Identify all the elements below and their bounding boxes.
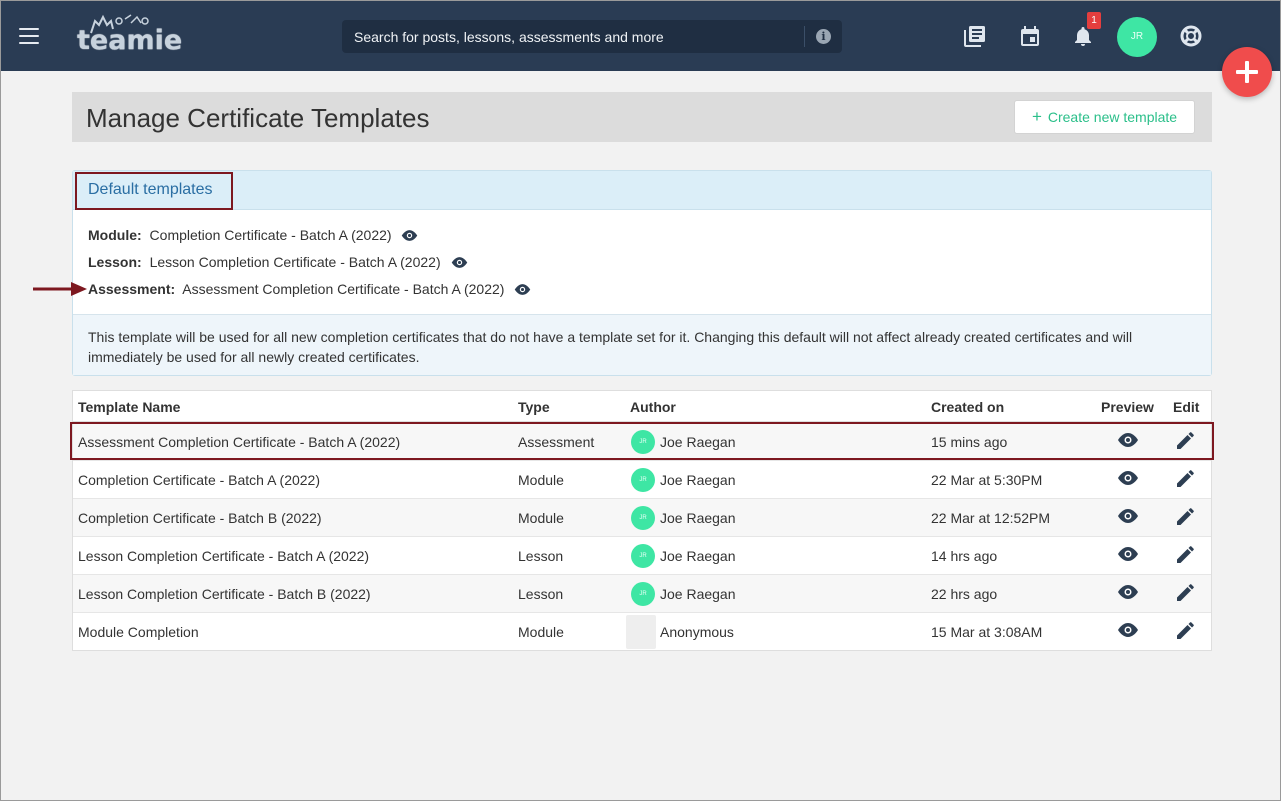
logo-mascot-icon (90, 14, 149, 34)
eye-icon[interactable] (1117, 509, 1139, 528)
default-lesson-label: Lesson: (88, 254, 142, 270)
pencil-icon[interactable] (1176, 508, 1194, 531)
created-on: 15 Mar at 3:08AM (931, 624, 1043, 640)
default-assessment-value: Assessment Completion Certificate - Batc… (182, 281, 505, 297)
pencil-icon[interactable] (1176, 432, 1194, 455)
default-module-label: Module: (88, 227, 142, 243)
template-type: Module (518, 472, 564, 488)
template-type: Module (518, 624, 564, 640)
eye-icon[interactable] (1117, 471, 1139, 490)
calendar-icon[interactable] (1019, 25, 1041, 47)
page-header: Manage Certificate Templates + Create new… (72, 92, 1212, 142)
column-header-edit: Edit (1173, 399, 1200, 415)
author-name: Joe Raegan (660, 434, 736, 450)
pencil-icon[interactable] (1176, 584, 1194, 607)
template-name: Module Completion (78, 624, 199, 640)
table-row: Completion Certificate - Batch B (2022) M… (73, 498, 1211, 536)
author-avatar: JR (631, 468, 655, 492)
page-title: Manage Certificate Templates (86, 103, 430, 133)
column-header-name: Template Name (78, 399, 181, 415)
created-on: 22 hrs ago (931, 586, 998, 602)
plus-icon: + (1031, 107, 1042, 126)
table-row: Completion Certificate - Batch A (2022) M… (73, 460, 1211, 498)
search-placeholder: Search for posts, lessons, assessments a… (354, 29, 664, 45)
default-assessment-row: Assessment: Assessment Completion Certif… (88, 281, 531, 298)
pencil-icon[interactable] (1176, 622, 1194, 645)
book-icon[interactable] (964, 25, 986, 47)
info-icon[interactable] (816, 29, 831, 44)
template-name: Lesson Completion Certificate - Batch A … (78, 548, 370, 564)
add-icon[interactable] (1222, 47, 1272, 97)
author-avatar: JR (631, 544, 655, 568)
top-navigation-bar: teamie Search for posts, lessons, assess… (1, 1, 1280, 71)
eye-icon[interactable] (514, 282, 531, 298)
table-row: Assessment Completion Certificate - Batc… (73, 422, 1211, 460)
menu-icon[interactable] (19, 28, 39, 44)
search-divider (804, 26, 805, 47)
eye-icon[interactable] (1117, 547, 1139, 566)
create-template-button[interactable]: + Create new template (1014, 100, 1195, 134)
eye-icon[interactable] (401, 228, 418, 244)
author-avatar (626, 615, 656, 649)
pencil-icon[interactable] (1176, 470, 1194, 493)
user-avatar[interactable]: JR (1117, 17, 1157, 57)
template-type: Assessment (518, 434, 595, 450)
default-assessment-label: Assessment: (88, 281, 176, 297)
column-header-author: Author (630, 399, 676, 415)
template-name: Assessment Completion Certificate - Batc… (78, 434, 401, 450)
eye-icon[interactable] (451, 255, 468, 271)
column-header-preview: Preview (1101, 399, 1154, 415)
default-module-value: Completion Certificate - Batch A (2022) (149, 227, 392, 243)
author-name: Joe Raegan (660, 472, 736, 488)
pencil-icon[interactable] (1176, 546, 1194, 569)
create-template-label: Create new template (1047, 109, 1178, 125)
column-header-type: Type (518, 399, 550, 415)
created-on: 22 Mar at 12:52PM (931, 510, 1051, 526)
default-lesson-value: Lesson Completion Certificate - Batch A … (149, 254, 441, 270)
default-lesson-row: Lesson: Lesson Completion Certificate - … (88, 254, 468, 271)
author-avatar: JR (631, 582, 655, 606)
eye-icon[interactable] (1117, 585, 1139, 604)
notification-badge: 1 (1087, 12, 1101, 29)
template-name: Completion Certificate - Batch B (2022) (78, 510, 322, 526)
author-name: Anonymous (660, 624, 734, 640)
created-on: 22 Mar at 5:30PM (931, 472, 1043, 488)
table-row: Module Completion Module Anonymous 15 Mar a… (73, 612, 1211, 650)
created-on: 15 mins ago (931, 434, 1008, 450)
author-name: Joe Raegan (660, 586, 736, 602)
template-name: Completion Certificate - Batch A (2022) (78, 472, 321, 488)
column-header-created: Created on (931, 399, 1005, 415)
table-row: Lesson Completion Certificate - Batch B … (73, 574, 1211, 612)
eye-icon[interactable] (1117, 623, 1139, 642)
created-on: 14 hrs ago (931, 548, 998, 564)
author-avatar: JR (631, 506, 655, 530)
table-header: Template Name Type Author Created on Pre… (73, 391, 1211, 422)
eye-icon[interactable] (1117, 433, 1139, 452)
template-type: Module (518, 510, 564, 526)
template-name: Lesson Completion Certificate - Batch B … (78, 586, 371, 602)
arrow-pointer-icon (33, 282, 87, 296)
template-type: Lesson (518, 586, 564, 602)
author-avatar: JR (631, 430, 655, 454)
templates-table: Template Name Type Author Created on Pre… (72, 390, 1212, 651)
search-input[interactable]: Search for posts, lessons, assessments a… (342, 20, 842, 53)
default-templates-note: This template will be used for all new c… (73, 314, 1211, 375)
author-name: Joe Raegan (660, 510, 736, 526)
template-type: Lesson (518, 548, 564, 564)
help-lifebuoy-icon[interactable] (1180, 25, 1202, 47)
default-templates-panel: Default templates Module: Completion Cer… (72, 170, 1212, 376)
author-name: Joe Raegan (660, 548, 736, 564)
table-row: Lesson Completion Certificate - Batch A … (73, 536, 1211, 574)
default-templates-title: Default templates (88, 181, 213, 198)
default-module-row: Module: Completion Certificate - Batch A… (88, 227, 418, 244)
teamie-logo[interactable]: teamie (77, 13, 182, 57)
default-templates-header: Default templates (73, 171, 1211, 210)
